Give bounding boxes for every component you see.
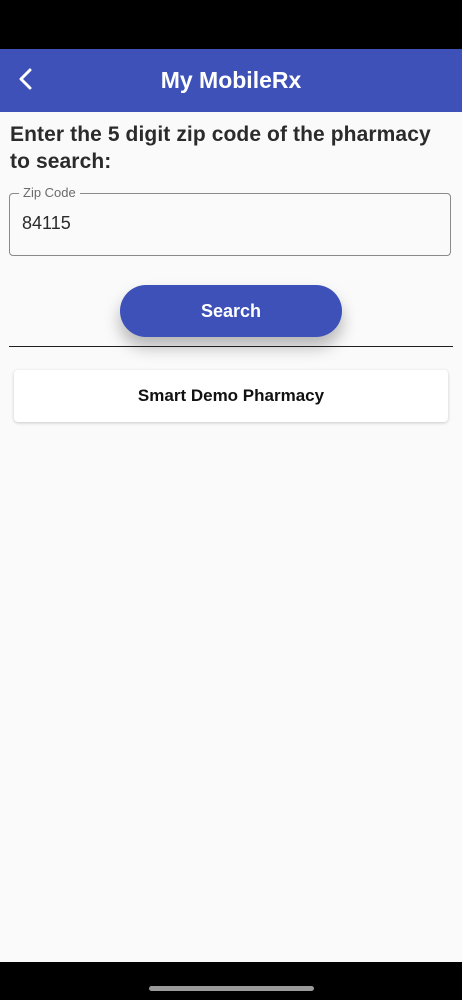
chevron-left-icon: [18, 68, 34, 90]
app-bar: My MobileRx: [0, 49, 462, 112]
status-bar: [0, 0, 462, 49]
pharmacy-name: Smart Demo Pharmacy: [137, 386, 325, 405]
zip-code-label: Zip Code: [19, 185, 80, 201]
pharmacy-result-item[interactable]: Smart Demo Pharmacy: [14, 370, 448, 422]
results-divider: [9, 346, 453, 347]
page-title: My MobileRx: [160, 67, 302, 93]
search-prompt: Enter the 5 digit zip code of the pharma…: [10, 123, 431, 173]
search-button[interactable]: Search: [120, 285, 342, 337]
back-button[interactable]: [6, 59, 46, 99]
home-indicator[interactable]: [149, 986, 314, 991]
zip-search-screen: Enter the 5 digit zip code of the pharma…: [0, 112, 462, 962]
zip-code-input[interactable]: [22, 208, 432, 238]
system-navigation-bar: [0, 962, 462, 1000]
zip-code-field[interactable]: Zip Code: [9, 185, 451, 256]
